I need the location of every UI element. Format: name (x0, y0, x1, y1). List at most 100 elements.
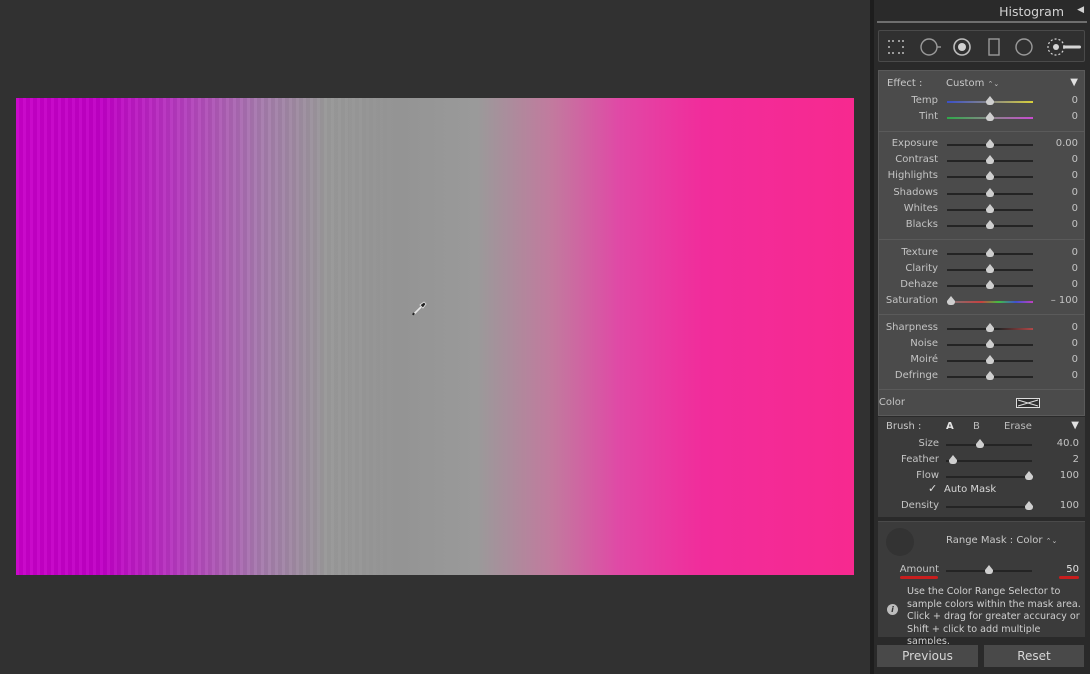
temp-slider-track[interactable] (947, 96, 1033, 105)
blacks-value[interactable]: 0 (1072, 219, 1078, 230)
density-slider-thumb[interactable] (1024, 501, 1033, 510)
noise-value[interactable]: 0 (1072, 338, 1078, 349)
clarity-label: Clarity (905, 263, 938, 274)
noise-slider-thumb[interactable] (986, 339, 994, 348)
size-slider-thumb[interactable] (976, 439, 985, 448)
contrast-slider-thumb[interactable] (986, 155, 994, 164)
feather-value[interactable]: 2 (1073, 454, 1079, 465)
histogram-header[interactable]: Histogram ◀ (874, 0, 1090, 24)
moir--label: Moiré (910, 354, 938, 365)
amount-slider-thumb[interactable] (985, 565, 993, 574)
clarity-value[interactable]: 0 (1072, 263, 1078, 274)
shadows-value[interactable]: 0 (1072, 187, 1078, 198)
feather-label: Feather (900, 454, 939, 465)
tint-slider-thumb[interactable] (986, 112, 994, 121)
radial-filter-icon[interactable] (1013, 36, 1035, 58)
contrast-value[interactable]: 0 (1072, 154, 1078, 165)
brush-tab-b[interactable]: B (973, 421, 980, 432)
range-mask-dropdown[interactable]: Range Mask : Color ⌃⌄ (946, 535, 1057, 546)
range-mask-panel: Range Mask : Color ⌃⌄ Amount 50 i Use th… (878, 521, 1085, 647)
highlights-label: Highlights (887, 170, 938, 181)
flow-value[interactable]: 100 (1060, 470, 1079, 481)
range-mask-label: Range Mask : Color (946, 535, 1043, 546)
red-eye-icon[interactable] (951, 36, 973, 58)
density-value[interactable]: 100 (1060, 500, 1079, 511)
amount-value[interactable]: 50 (1066, 564, 1079, 575)
whites-value[interactable]: 0 (1072, 203, 1078, 214)
blacks-slider-track[interactable] (947, 220, 1033, 229)
feather-slider-track[interactable] (946, 455, 1032, 464)
temp-slider-thumb[interactable] (986, 96, 994, 105)
moir--slider-thumb[interactable] (986, 355, 994, 364)
tint-slider-track[interactable] (947, 112, 1033, 121)
automask-label[interactable]: Auto Mask (944, 484, 996, 495)
brush-tab-a[interactable]: A (946, 421, 954, 432)
moir--value[interactable]: 0 (1072, 354, 1078, 365)
amount-slider-track[interactable] (946, 565, 1032, 574)
spot-removal-icon[interactable] (919, 36, 941, 58)
exposure-value[interactable]: 0.00 (1056, 138, 1078, 149)
temp-value[interactable]: 0 (1072, 95, 1078, 106)
flow-slider-thumb[interactable] (1024, 471, 1033, 480)
highlights-slider-thumb[interactable] (986, 171, 994, 180)
section-divider (879, 239, 1084, 240)
photo-preview[interactable] (16, 98, 854, 575)
sharpness-slider-track[interactable] (947, 323, 1033, 332)
dehaze-slider-thumb[interactable] (986, 280, 994, 289)
clarity-slider-thumb[interactable] (986, 264, 994, 273)
exposure-slider-track[interactable] (947, 139, 1033, 148)
shadows-slider-track[interactable] (947, 188, 1033, 197)
texture-value[interactable]: 0 (1072, 247, 1078, 258)
sharpness-slider-thumb[interactable] (986, 323, 994, 332)
size-slider-track[interactable] (946, 439, 1032, 448)
histogram-title[interactable]: Histogram (999, 4, 1064, 19)
clarity-slider-track[interactable] (947, 264, 1033, 273)
flow-slider-track[interactable] (946, 471, 1033, 480)
saturation-value[interactable]: – 100 (1051, 295, 1078, 306)
texture-slider-track[interactable] (947, 248, 1033, 257)
highlights-slider-track[interactable] (947, 171, 1033, 180)
defringe-slider-track[interactable] (947, 371, 1033, 380)
reset-button[interactable]: Reset (983, 644, 1085, 668)
moir--slider-track[interactable] (947, 355, 1033, 364)
dehaze-slider-track[interactable] (947, 280, 1033, 289)
histogram-collapse-icon[interactable]: ◀ (1077, 5, 1084, 15)
brush-tab-erase[interactable]: Erase (1004, 421, 1032, 432)
density-slider-track[interactable] (946, 501, 1033, 510)
effect-panel: Effect : Custom ⌃⌄ ▼ Temp 0 Tint 0 Exposure 0… (878, 70, 1085, 416)
size-value[interactable]: 40.0 (1057, 438, 1079, 449)
whites-slider-track[interactable] (947, 204, 1033, 213)
image-canvas[interactable] (0, 0, 870, 674)
feather-slider-thumb[interactable] (948, 455, 957, 464)
automask-checkbox[interactable]: ✓ (928, 483, 939, 495)
contrast-slider-track[interactable] (947, 155, 1033, 164)
amount-label-highlight (900, 576, 938, 579)
saturation-slider-track[interactable] (947, 296, 1033, 305)
crop-overlay-icon[interactable] (885, 36, 907, 58)
range-mask-info-text: Use the Color Range Selector to sample c… (907, 586, 1081, 647)
texture-slider-thumb[interactable] (986, 248, 994, 257)
tint-value[interactable]: 0 (1072, 111, 1078, 122)
noise-slider-track[interactable] (947, 339, 1033, 348)
previous-button[interactable]: Previous (876, 644, 979, 668)
effect-collapse-icon[interactable]: ▼ (1070, 77, 1078, 88)
brush-collapse-icon[interactable]: ▼ (1071, 420, 1079, 431)
defringe-value[interactable]: 0 (1072, 370, 1078, 381)
saturation-slider-thumb[interactable] (947, 296, 956, 305)
dehaze-value[interactable]: 0 (1072, 279, 1078, 290)
defringe-slider-thumb[interactable] (986, 371, 994, 380)
graduated-filter-icon[interactable] (983, 36, 1005, 58)
dropdown-arrows-icon: ⌃⌄ (987, 80, 1000, 88)
amount-label: Amount (899, 564, 939, 575)
whites-slider-thumb[interactable] (986, 204, 994, 213)
blacks-slider-thumb[interactable] (986, 220, 994, 229)
effect-preset-dropdown[interactable]: Custom ⌃⌄ (946, 78, 999, 89)
shadows-slider-thumb[interactable] (986, 188, 994, 197)
color-swatch[interactable] (1016, 398, 1040, 408)
exposure-slider-thumb[interactable] (986, 139, 994, 148)
sharpness-value[interactable]: 0 (1072, 322, 1078, 333)
dropdown-arrows-icon: ⌃⌄ (1045, 537, 1058, 545)
adjustment-brush-icon[interactable] (1045, 36, 1083, 58)
highlights-value[interactable]: 0 (1072, 170, 1078, 181)
effect-label: Effect : (887, 78, 923, 89)
